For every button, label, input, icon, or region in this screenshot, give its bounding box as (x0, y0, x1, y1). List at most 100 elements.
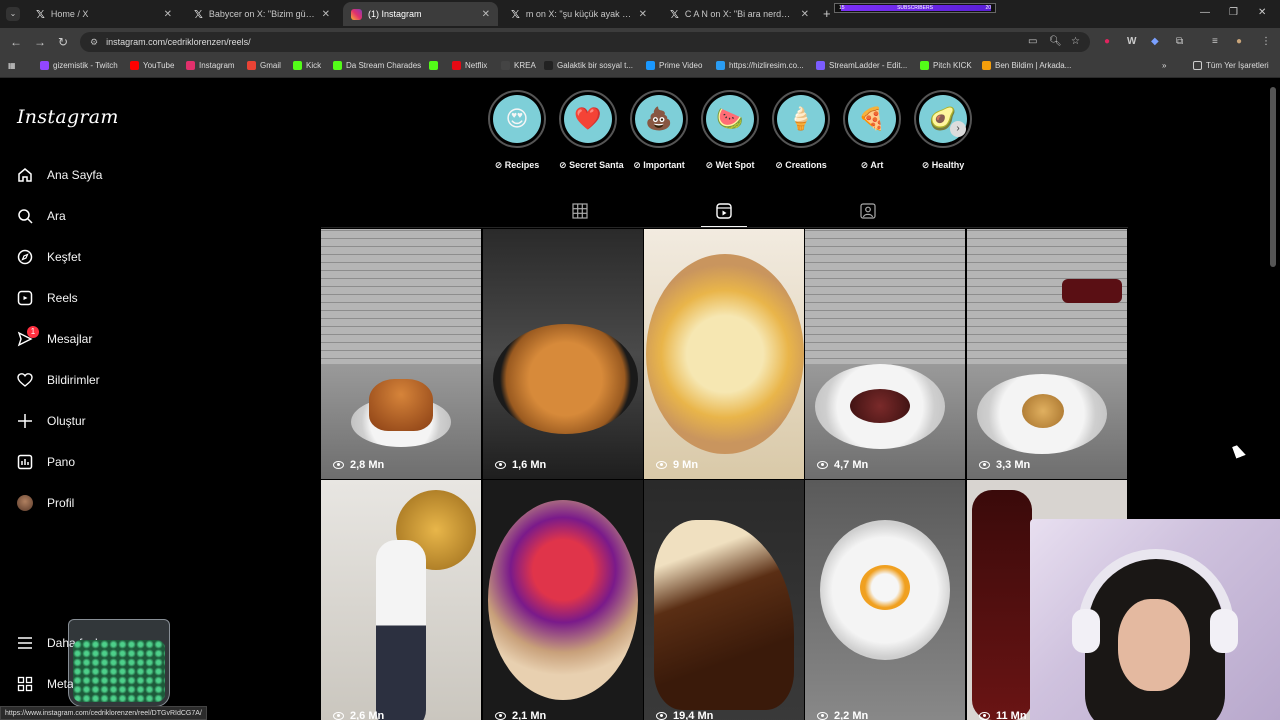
sparkle-icon: ⊘ (559, 160, 567, 170)
bookmark-item[interactable]: KREA (501, 61, 536, 70)
nav-meta[interactable]: Meta (17, 676, 74, 692)
x-logo-icon: 𝕏 (194, 8, 203, 21)
highlight-creations[interactable]: 🍦 ⊘ Creations (772, 90, 830, 171)
cast-icon[interactable]: ▭ (1028, 36, 1037, 47)
nav-search[interactable]: Ara (17, 208, 66, 224)
reel-tile[interactable]: 2,2 Mn (805, 480, 965, 720)
close-icon[interactable]: ✕ (639, 9, 647, 20)
bookmark-item[interactable]: gizemistik - Twitch (40, 61, 118, 70)
reel-tile[interactable]: 19,4 Mn (644, 480, 804, 720)
page-scrollbar[interactable] (1270, 87, 1276, 267)
browser-tab-instagram[interactable]: (1) Instagram ✕ (343, 2, 498, 26)
highlight-ring: 😍 (488, 90, 546, 148)
chevron-right-icon[interactable]: › (950, 121, 966, 137)
view-count: 3,3 Mn (979, 459, 1030, 471)
eye-icon (979, 461, 990, 469)
apps-grid-icon[interactable]: ▦ (8, 61, 16, 70)
close-icon[interactable]: ✕ (801, 9, 809, 20)
media-control-icon[interactable]: ≡ (1212, 36, 1218, 47)
highlight-art[interactable]: 🍕 ⊘ Art (843, 90, 901, 171)
tab-search-button[interactable]: ⌄ (6, 7, 20, 21)
kick-icon (920, 61, 929, 70)
extension-bolt-icon[interactable]: ◆ (1151, 36, 1159, 47)
bookmark-item[interactable]: YouTube (130, 61, 174, 70)
all-bookmarks[interactable]: Tüm Yer İşaretleri (1193, 61, 1269, 70)
nav-explore[interactable]: Keşfet (17, 249, 81, 265)
highlight-important[interactable]: 💩 ⊘ Important (630, 90, 688, 171)
bookmark-item[interactable]: Kick (293, 61, 321, 70)
instagram-sidebar: Instagram Ana Sayfa Ara Keşfet Reels 1 M… (0, 79, 245, 720)
address-bar[interactable]: ⚙ instagram.com/cedriklorenzen/reels/ (80, 32, 1090, 52)
nav-notifications[interactable]: Bildirimler (17, 372, 100, 388)
view-count-text: 2,2 Mn (834, 710, 869, 720)
profile-avatar-icon[interactable]: ● (1236, 36, 1242, 47)
browser-tab-home[interactable]: 𝕏 Home / X ✕ (28, 2, 180, 26)
tab-tagged[interactable] (859, 203, 877, 219)
highlight-cover: 💩 (635, 95, 683, 143)
browser-tab-babycer[interactable]: 𝕏 Babycer on X: "Bizim güven yer ✕ (186, 2, 338, 26)
bookmark-item[interactable]: StreamLadder - Edit... (816, 61, 907, 70)
bookmark-star-icon[interactable]: ☆ (1071, 36, 1080, 47)
reel-tile[interactable]: 4,7 Mn (805, 229, 965, 479)
reel-tile[interactable]: 3,3 Mn (967, 229, 1127, 479)
bookmark-item[interactable]: Galaktik bir sosyal t... (544, 61, 633, 70)
site-info-icon[interactable]: ⚙ (90, 37, 98, 48)
menu-kebab-icon[interactable]: ⋮ (1261, 36, 1271, 47)
nav-create[interactable]: Oluştur (17, 413, 86, 429)
bookmark-item[interactable]: Prime Video (646, 61, 702, 70)
highlight-ring: ❤️ (559, 90, 617, 148)
bookmark-item[interactable]: Netflix (452, 61, 487, 70)
extensions-puzzle-icon[interactable]: ⧉ (1176, 36, 1183, 47)
reel-tile[interactable]: 1,6 Mn (483, 229, 643, 479)
tab-reels[interactable] (715, 203, 733, 219)
bookmark-item[interactable]: Instagram (186, 61, 235, 70)
nav-dashboard[interactable]: Pano (17, 454, 75, 470)
close-icon[interactable]: ✕ (482, 9, 490, 20)
bookmark-item[interactable]: Pitch KICK (920, 61, 972, 70)
zoom-icon[interactable]: 🔍︎ (1049, 36, 1062, 47)
highlight-title: ⊘ Healthy (914, 160, 972, 171)
bookmark-item[interactable] (429, 61, 442, 70)
reload-icon[interactable]: ↻ (58, 35, 68, 49)
bookmark-item[interactable]: Ben Bildim | Arkada... (982, 61, 1071, 70)
minimize-icon[interactable]: — (1200, 7, 1210, 18)
browser-tab-can[interactable]: 𝕏 C A N on X: "Bi ara nerdeyse tü ✕ (662, 2, 817, 26)
bookmark-label: Prime Video (659, 61, 703, 70)
forward-arrow-icon[interactable]: → (34, 35, 46, 49)
reel-tile[interactable]: 2,1 Mn (483, 480, 643, 720)
nav-home[interactable]: Ana Sayfa (17, 167, 102, 183)
nav-profile[interactable]: Profil (17, 495, 74, 511)
bookmark-item[interactable]: Da Stream Charades (333, 61, 421, 70)
highlight-wet-spot[interactable]: 🍉 ⊘ Wet Spot (701, 90, 759, 171)
folder-icon (1193, 61, 1202, 70)
instagram-logo[interactable]: Instagram (17, 106, 119, 128)
nav-reels[interactable]: Reels (17, 290, 78, 306)
highlight-recipes[interactable]: 😍 ⊘ Recipes (488, 90, 546, 171)
grid-icon (572, 203, 588, 219)
view-count-text: 2,6 Mn (350, 710, 385, 720)
highlight-secret-santa[interactable]: ❤️ ⊘ Secret Santa (559, 90, 624, 171)
nav-label: Mesajlar (47, 332, 93, 346)
nav-label: Keşfet (47, 250, 82, 264)
tab-posts[interactable] (571, 203, 589, 219)
window-close-icon[interactable]: ✕ (1258, 7, 1266, 18)
chevron-right-icon[interactable]: » (1162, 61, 1166, 70)
new-tab-button[interactable]: + (823, 6, 831, 21)
nav-messages[interactable]: 1 Mesajlar (17, 326, 93, 347)
bookmark-item[interactable]: https://hizliresim.co... (716, 61, 804, 70)
browser-tab-m[interactable]: 𝕏 m on X: "şu küçük ayak hareket ✕ (503, 2, 655, 26)
close-icon[interactable]: ✕ (322, 9, 330, 20)
extension-icon[interactable]: ● (1104, 36, 1110, 47)
close-icon[interactable]: ✕ (164, 9, 172, 20)
berry-tart (488, 500, 638, 700)
bookmark-item[interactable]: Gmail (247, 61, 281, 70)
chocolate-drip (972, 490, 1032, 720)
reel-tile[interactable]: 2,6 Mn (321, 480, 481, 720)
extension-w-icon[interactable]: W (1127, 36, 1136, 47)
maximize-icon[interactable]: ❐ (1229, 7, 1238, 18)
sparkle-icon: ⊘ (494, 160, 503, 170)
reel-tile[interactable]: 2,8 Mn (321, 229, 481, 479)
back-arrow-icon[interactable]: ← (10, 35, 22, 49)
reel-tile[interactable]: 9 Mn (644, 229, 804, 479)
instagram-favicon-icon (351, 8, 362, 20)
